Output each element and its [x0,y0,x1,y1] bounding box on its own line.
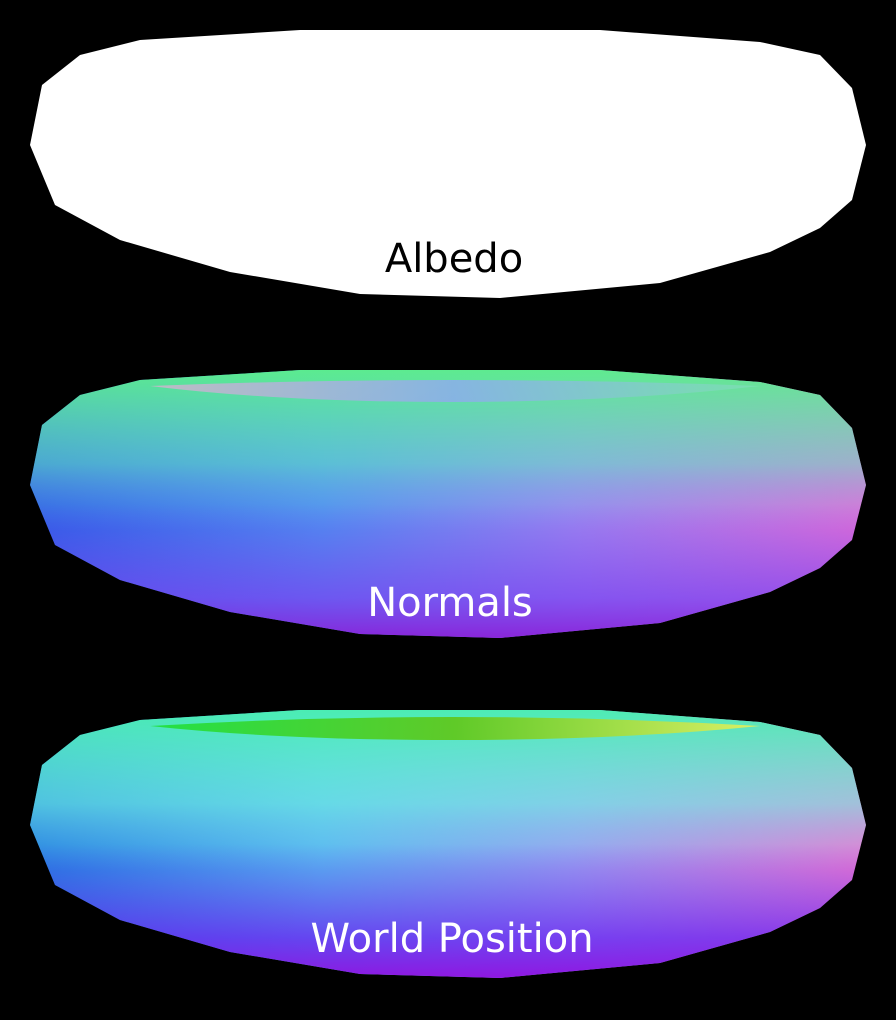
albedo-label: Albedo [385,236,523,282]
world-position-label: World Position [310,916,593,962]
normals-label: Normals [367,580,533,626]
normals-view: Normals [30,370,866,638]
world-position-view: World Position [30,710,866,978]
render-viewport: Albedo Normals World Position [0,0,896,1020]
albedo-view: Albedo [30,30,866,298]
